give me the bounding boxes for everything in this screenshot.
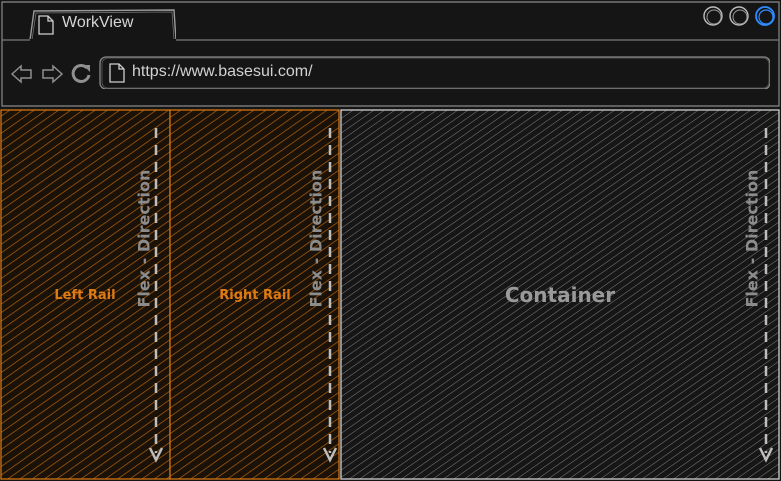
left-rail-label: Left Rail (54, 288, 116, 303)
close-icon[interactable] (755, 6, 775, 26)
container-label: Container (504, 283, 616, 307)
right-rail-flex-label: Flex - Direction (306, 169, 326, 308)
forward-arrow-icon[interactable] (40, 63, 64, 85)
right-rail-label: Right Rail (219, 288, 291, 303)
url-page-icon (109, 63, 125, 83)
back-arrow-icon[interactable] (10, 63, 34, 85)
browser-chrome: WorkView https://www.basesui.com/ (0, 0, 781, 108)
url-text: https://www.basesui.com/ (132, 63, 313, 80)
minimize-icon[interactable] (703, 6, 723, 26)
maximize-icon[interactable] (729, 6, 749, 26)
page-icon (38, 15, 54, 35)
container-flex-label: Flex - Direction (742, 169, 762, 308)
layout-diagram: Left Rail Right Rail Container Flex - Di… (0, 108, 781, 481)
tab-title: WorkView (62, 14, 134, 31)
left-rail-flex-label: Flex - Direction (134, 169, 154, 308)
window-controls (703, 6, 775, 26)
refresh-icon[interactable] (70, 62, 94, 86)
browser-window: WorkView https://www.basesui.com/ Left R… (0, 0, 781, 481)
